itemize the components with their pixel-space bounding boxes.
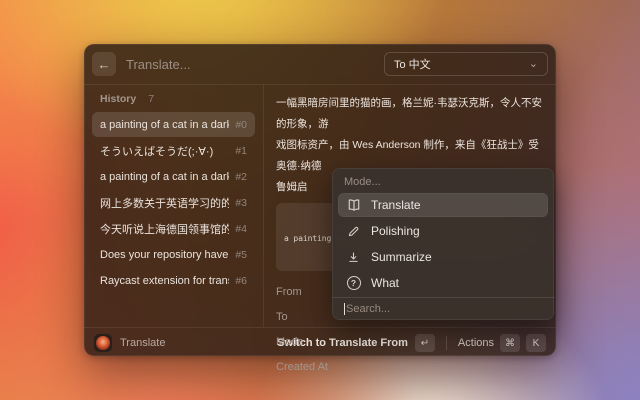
mode-item-label: Translate — [371, 198, 421, 212]
window-header: ← Translate... To 中文 ⌄ — [84, 44, 556, 85]
mode-menu-items: Translate Polishing Summarize — [332, 191, 554, 297]
history-item[interactable]: 今天听说上海德国领事馆的签证预约... #4 — [92, 216, 255, 241]
history-item-index: #6 — [235, 275, 247, 287]
mode-item-summarize[interactable]: Summarize — [338, 245, 548, 269]
history-item-text: a painting of a cat in a dark room,... — [100, 119, 229, 131]
text-cursor — [344, 303, 345, 315]
history-count: 7 — [148, 93, 154, 105]
history-sidebar: History 7 a painting of a cat in a dark … — [84, 85, 264, 327]
mode-item-translate[interactable]: Translate — [338, 193, 548, 217]
history-item[interactable]: そういえばそうだ(;·∀·) #1 — [92, 138, 255, 163]
translate-window: ← Translate... To 中文 ⌄ History 7 a paint… — [84, 44, 556, 356]
mode-search-row — [332, 297, 554, 320]
history-item-index: #4 — [235, 223, 247, 235]
target-language-select[interactable]: To 中文 ⌄ — [384, 52, 548, 76]
history-item[interactable]: Does your repository have so man... #5 — [92, 242, 255, 267]
book-icon — [346, 198, 361, 212]
extension-icon — [94, 334, 112, 352]
mode-item-label: What — [371, 276, 399, 290]
pencil-icon — [346, 225, 361, 238]
history-item-index: #5 — [235, 249, 247, 261]
history-item-text: 今天听说上海德国领事馆的签证预约... — [100, 221, 229, 237]
extension-name: Translate — [120, 337, 165, 349]
history-header: History 7 — [92, 91, 255, 112]
back-button[interactable]: ← — [92, 52, 116, 76]
history-item[interactable]: a painting of a cat in a dark room,... #… — [92, 164, 255, 189]
summarize-icon — [346, 251, 361, 264]
history-item-index: #2 — [235, 171, 247, 183]
history-item-text: そういえばそうだ(;·∀·) — [100, 143, 213, 159]
translated-text-line: 一幅黑暗房间里的猫的画，格兰妮·韦瑟沃克斯，令人不安的形象，游 — [276, 93, 547, 135]
history-item-index: #1 — [235, 145, 247, 157]
history-label: History — [100, 93, 136, 105]
history-item-text: Does your repository have so man... — [100, 249, 229, 261]
meta-label-created-at: Created At — [276, 354, 547, 379]
mode-search-input[interactable] — [346, 303, 542, 315]
target-language-value: To 中文 — [394, 56, 431, 72]
history-item[interactable]: Raycast extension for translation... #6 — [92, 268, 255, 293]
history-item-text: 网上多数关于英语学习的的分享，都... — [100, 195, 229, 211]
mode-item-what[interactable]: ? What — [338, 271, 548, 295]
history-item-text: a painting of a cat in a dark room,... — [100, 171, 229, 183]
mode-menu: Mode... Translate Polishing — [332, 168, 554, 320]
command-search-input[interactable]: Translate... — [126, 57, 374, 72]
mode-item-label: Summarize — [371, 250, 432, 264]
meta-label-mode: Mode — [276, 329, 547, 354]
question-icon: ? — [346, 276, 361, 290]
back-arrow-icon: ← — [98, 57, 111, 72]
history-item[interactable]: 网上多数关于英语学习的的分享，都... #3 — [92, 190, 255, 215]
history-item-text: Raycast extension for translation... — [100, 275, 229, 287]
chevron-down-icon: ⌄ — [529, 60, 538, 68]
mode-item-polishing[interactable]: Polishing — [338, 219, 548, 243]
history-item-index: #0 — [235, 119, 247, 131]
history-item[interactable]: a painting of a cat in a dark room,... #… — [92, 112, 255, 137]
mode-item-label: Polishing — [371, 224, 420, 238]
history-item-index: #3 — [235, 197, 247, 209]
mode-menu-title: Mode... — [332, 168, 554, 191]
